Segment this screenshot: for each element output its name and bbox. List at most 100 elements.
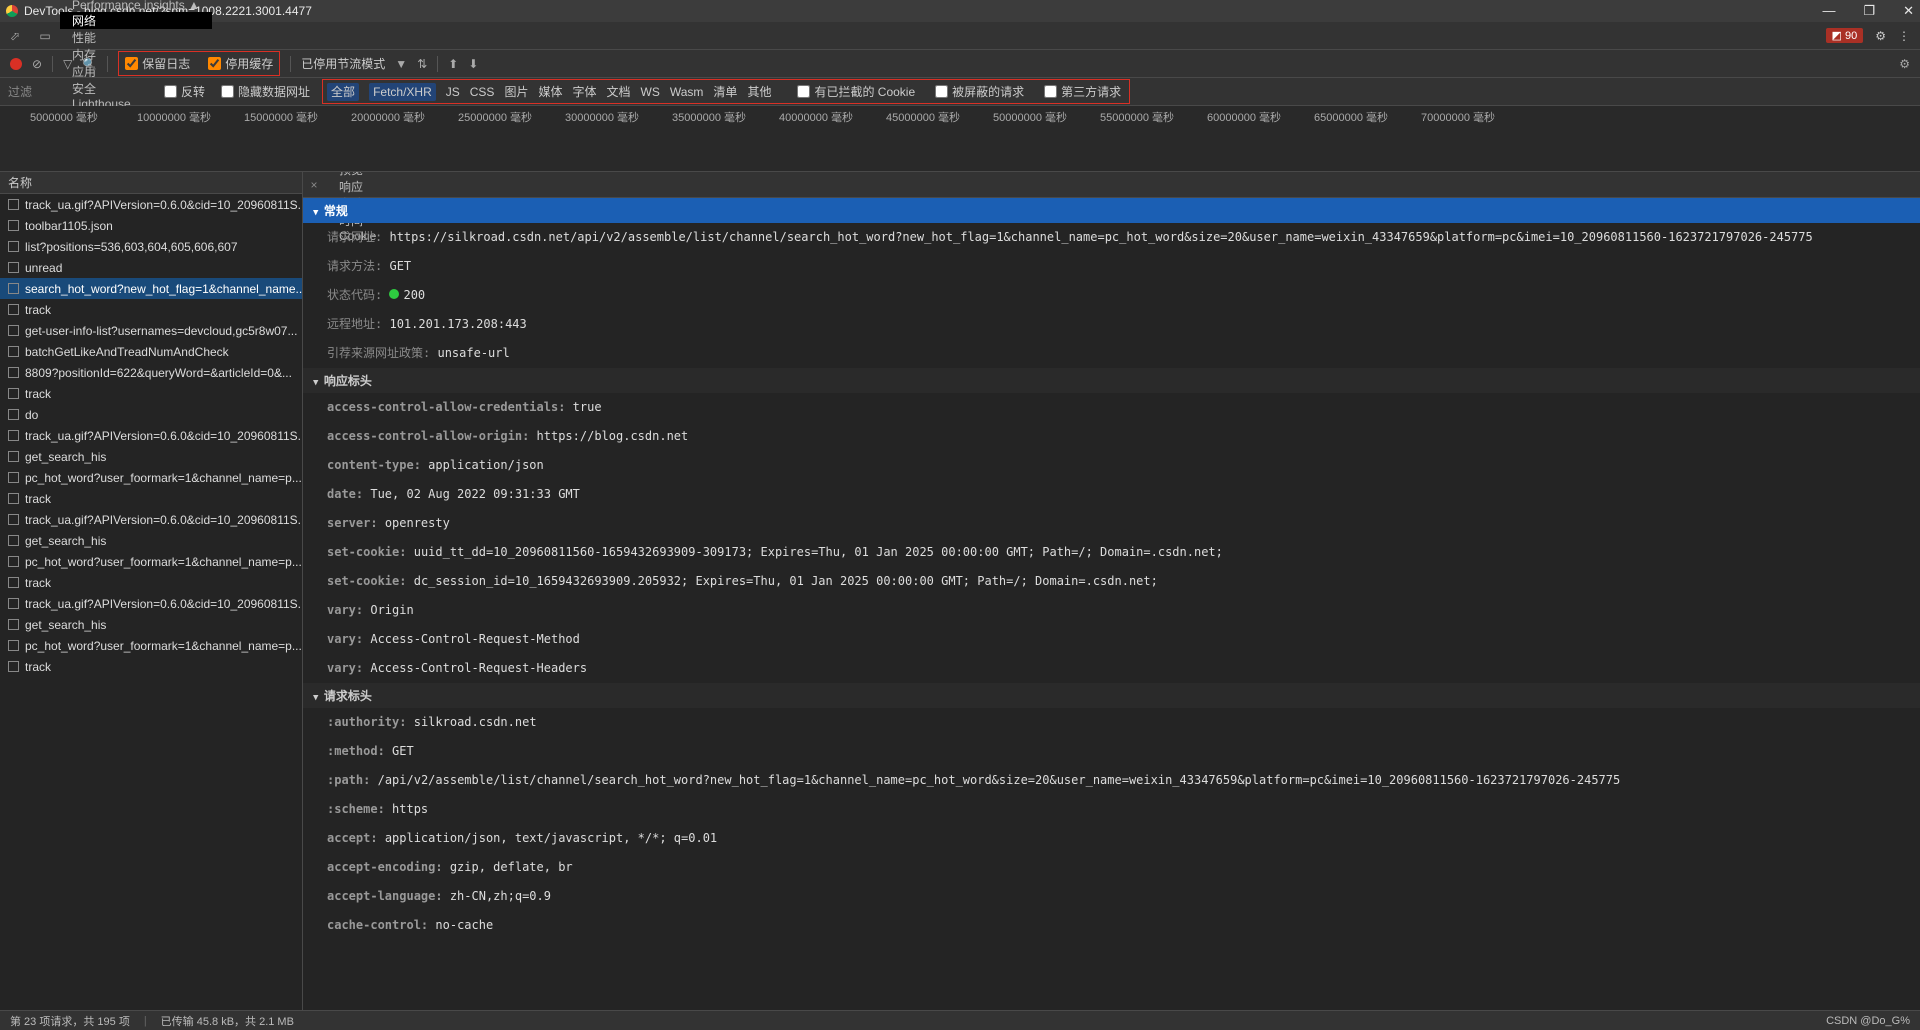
- request-row[interactable]: pc_hot_word?user_foormark=1&channel_name…: [0, 635, 302, 656]
- header-row: 请求网址: https://silkroad.csdn.net/api/v2/a…: [303, 223, 1920, 252]
- main-tab-3[interactable]: Performance insights ▲: [60, 0, 212, 12]
- request-row[interactable]: toolbar1105.json: [0, 215, 302, 236]
- request-row[interactable]: pc_hot_word?user_foormark=1&channel_name…: [0, 551, 302, 572]
- import-icon[interactable]: ⬆: [448, 57, 458, 71]
- maximize-button[interactable]: ❐: [1863, 3, 1875, 19]
- request-name: track: [25, 660, 51, 674]
- filter-type-Wasm[interactable]: Wasm: [670, 85, 704, 99]
- throttle-select[interactable]: 已停用节流模式: [301, 55, 385, 72]
- inspect-icon[interactable]: ⬀: [0, 29, 30, 43]
- header-row: cache-control: no-cache: [303, 911, 1920, 940]
- disable-cache-checkbox[interactable]: 停用缓存: [204, 55, 277, 72]
- filter-type-其他[interactable]: 其他: [747, 85, 771, 99]
- close-button[interactable]: ✕: [1903, 3, 1914, 19]
- device-icon[interactable]: ▭: [30, 29, 60, 43]
- export-icon[interactable]: ⬇: [468, 57, 478, 71]
- filter-type-JS[interactable]: JS: [446, 85, 460, 99]
- request-name: list?positions=536,603,604,605,606,607: [25, 240, 238, 254]
- header-row: accept-encoding: gzip, deflate, br: [303, 853, 1920, 882]
- request-row[interactable]: get_search_his: [0, 446, 302, 467]
- request-row[interactable]: 8809?positionId=622&queryWord=&articleId…: [0, 362, 302, 383]
- file-icon: [8, 304, 19, 315]
- kebab-icon[interactable]: ⋮: [1898, 29, 1910, 43]
- request-row[interactable]: batchGetLikeAndTreadNumAndCheck: [0, 341, 302, 362]
- error-badge[interactable]: ◩ 90: [1826, 28, 1864, 43]
- throttle-dropdown-icon[interactable]: ▼: [395, 57, 407, 71]
- filter-type-Fetch/XHR[interactable]: Fetch/XHR: [369, 83, 436, 101]
- request-row[interactable]: pc_hot_word?user_foormark=1&channel_name…: [0, 467, 302, 488]
- request-row[interactable]: track_ua.gif?APIVersion=0.6.0&cid=10_209…: [0, 593, 302, 614]
- filter-type-文档[interactable]: 文档: [607, 85, 631, 99]
- file-icon: [8, 598, 19, 609]
- request-row[interactable]: track: [0, 383, 302, 404]
- blocked-requests-checkbox[interactable]: 被屏蔽的请求: [931, 83, 1028, 100]
- blocked-cookies-checkbox[interactable]: 有已拦截的 Cookie: [793, 83, 919, 100]
- filter-type-清单[interactable]: 清单: [713, 85, 737, 99]
- request-row[interactable]: track_ua.gif?APIVersion=0.6.0&cid=10_209…: [0, 509, 302, 530]
- timeline-tick: 55000000 毫秒: [1100, 109, 1174, 125]
- section-header[interactable]: 响应标头: [303, 368, 1920, 393]
- filter-type-字体[interactable]: 字体: [572, 85, 596, 99]
- minimize-button[interactable]: —: [1822, 3, 1835, 19]
- network-settings-icon[interactable]: ⚙: [1899, 57, 1910, 71]
- network-conditions-icon[interactable]: ⇅: [417, 57, 427, 71]
- timeline-tick: 25000000 毫秒: [458, 109, 532, 125]
- settings-icon[interactable]: ⚙: [1875, 29, 1886, 43]
- request-row[interactable]: track: [0, 488, 302, 509]
- request-row[interactable]: get-user-info-list?usernames=devcloud,gc…: [0, 320, 302, 341]
- request-name: track_ua.gif?APIVersion=0.6.0&cid=10_209…: [25, 597, 302, 611]
- section-header[interactable]: 请求标头: [303, 683, 1920, 708]
- invert-checkbox[interactable]: 反转: [160, 83, 209, 100]
- request-row[interactable]: track: [0, 656, 302, 677]
- timeline-tick: 45000000 毫秒: [886, 109, 960, 125]
- request-row[interactable]: track_ua.gif?APIVersion=0.6.0&cid=10_209…: [0, 425, 302, 446]
- header-row: set-cookie: dc_session_id=10_16594326939…: [303, 567, 1920, 596]
- header-row: 远程地址: 101.201.173.208:443: [303, 310, 1920, 339]
- main-split: 名称 track_ua.gif?APIVersion=0.6.0&cid=10_…: [0, 172, 1920, 1010]
- request-row[interactable]: get_search_his: [0, 614, 302, 635]
- clear-button[interactable]: ⊘: [32, 57, 42, 71]
- request-row[interactable]: track_ua.gif?APIVersion=0.6.0&cid=10_209…: [0, 194, 302, 215]
- request-row[interactable]: list?positions=536,603,604,605,606,607: [0, 236, 302, 257]
- status-requests: 第 23 项请求，共 195 项: [10, 1013, 130, 1029]
- network-filters: 过滤 反转 隐藏数据网址 全部Fetch/XHRJSCSS图片媒体字体文档WSW…: [0, 78, 1920, 106]
- watermark: CSDN @Do_G%: [1826, 1015, 1910, 1027]
- file-icon: [8, 514, 19, 525]
- header-row: accept: application/json, text/javascrip…: [303, 824, 1920, 853]
- request-row[interactable]: unread: [0, 257, 302, 278]
- request-row[interactable]: track: [0, 299, 302, 320]
- detail-tab-响应[interactable]: 响应: [325, 178, 390, 195]
- filter-type-全部[interactable]: 全部: [327, 83, 359, 101]
- filter-type-WS[interactable]: WS: [641, 85, 660, 99]
- filter-type-图片[interactable]: 图片: [504, 85, 528, 99]
- filter-icon[interactable]: ▽: [63, 57, 72, 71]
- header-row: access-control-allow-credentials: true: [303, 393, 1920, 422]
- third-party-checkbox[interactable]: 第三方请求: [1040, 83, 1125, 100]
- search-icon[interactable]: 🔍: [82, 57, 97, 71]
- header-row: 请求方法: GET: [303, 252, 1920, 281]
- main-tab-4[interactable]: 网络: [60, 12, 212, 29]
- request-row[interactable]: do: [0, 404, 302, 425]
- name-column-header[interactable]: 名称: [0, 172, 302, 194]
- record-button[interactable]: [10, 58, 22, 70]
- file-icon: [8, 556, 19, 567]
- close-detail-icon[interactable]: ×: [303, 178, 325, 192]
- request-row[interactable]: get_search_his: [0, 530, 302, 551]
- file-icon: [8, 346, 19, 357]
- request-row[interactable]: track: [0, 572, 302, 593]
- timeline-overview[interactable]: 5000000 毫秒10000000 毫秒15000000 毫秒20000000…: [0, 106, 1920, 172]
- file-icon: [8, 262, 19, 273]
- timeline-tick: 70000000 毫秒: [1421, 109, 1495, 125]
- preserve-log-checkbox[interactable]: 保留日志: [121, 55, 194, 72]
- filter-type-媒体[interactable]: 媒体: [538, 85, 562, 99]
- filter-type-CSS[interactable]: CSS: [470, 85, 495, 99]
- file-icon: [8, 409, 19, 420]
- header-row: date: Tue, 02 Aug 2022 09:31:33 GMT: [303, 480, 1920, 509]
- main-tab-5[interactable]: 性能: [60, 29, 212, 46]
- hide-data-urls-checkbox[interactable]: 隐藏数据网址: [217, 83, 314, 100]
- request-row[interactable]: search_hot_word?new_hot_flag=1&channel_n…: [0, 278, 302, 299]
- file-icon: [8, 388, 19, 399]
- section-header[interactable]: 常规: [303, 198, 1920, 223]
- file-icon: [8, 535, 19, 546]
- chrome-icon: [6, 5, 18, 17]
